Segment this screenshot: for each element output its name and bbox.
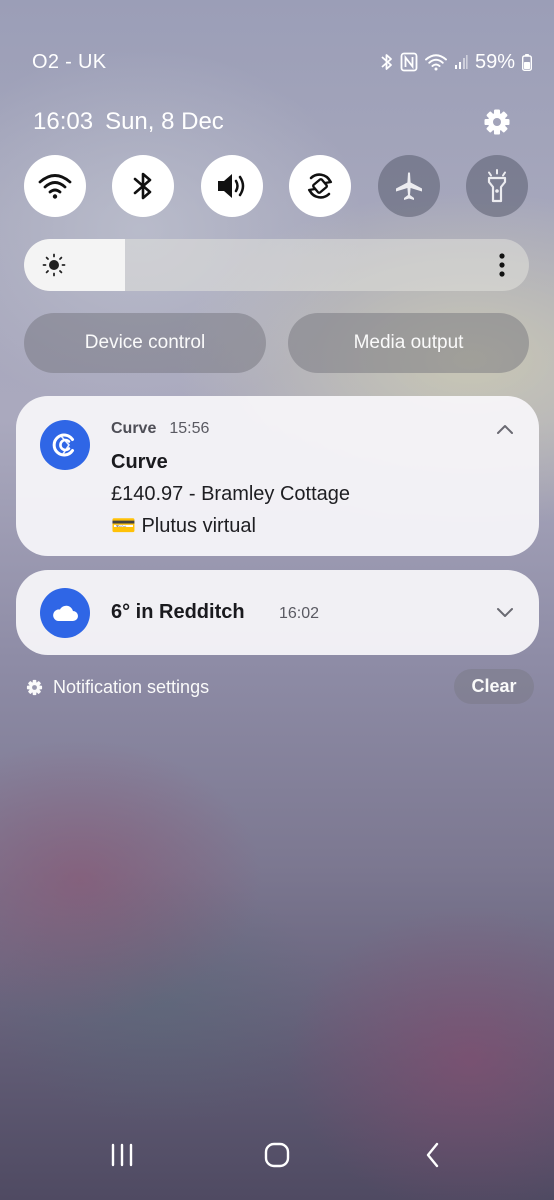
brightness-slider[interactable] <box>24 239 529 291</box>
notification-weather[interactable]: 6° in Redditch 16:02 <box>16 570 539 655</box>
sound-toggle[interactable] <box>200 155 263 217</box>
gear-icon <box>26 679 43 695</box>
clock-time: 16:03 <box>33 108 94 135</box>
battery-icon <box>522 53 532 71</box>
sun-icon <box>42 253 66 277</box>
rotate-icon <box>308 173 333 199</box>
bluetooth-toggle[interactable] <box>112 155 175 217</box>
brightness-level <box>24 239 125 291</box>
auto-rotate-toggle[interactable] <box>289 155 352 217</box>
notification-settings-link[interactable]: Notification settings <box>26 674 209 700</box>
clock-date-label: Sun, 8 Dec <box>105 108 224 135</box>
settings-button[interactable] <box>480 105 514 139</box>
recent-apps-icon <box>111 1143 133 1167</box>
nfc-icon <box>400 52 418 72</box>
carrier-label: O2 - UK <box>32 50 107 73</box>
airplane-mode-toggle[interactable] <box>377 155 440 217</box>
gear-icon <box>484 109 510 135</box>
notification-text-line1: £140.97 - Bramley Cottage <box>111 483 351 505</box>
notification-time: 15:56 <box>169 420 210 437</box>
back-button[interactable] <box>413 1138 453 1172</box>
home-button[interactable] <box>257 1138 297 1172</box>
signal-icon <box>454 54 468 70</box>
wifi-toggle[interactable] <box>24 155 86 217</box>
notification-header: Curve 15:56 <box>111 420 209 438</box>
volume-icon <box>217 174 245 198</box>
clear-button[interactable]: Clear <box>454 669 534 704</box>
notification-settings-label: Notification settings <box>53 676 210 697</box>
date-row: 16:03 Sun, 8 Dec <box>33 104 514 140</box>
flashlight-toggle[interactable] <box>466 155 528 217</box>
bluetooth-icon <box>381 52 393 72</box>
media-output-button[interactable]: Media output <box>288 313 529 373</box>
quick-toggles <box>24 155 528 217</box>
recent-apps-button[interactable] <box>102 1138 142 1172</box>
status-bar: O2 - UK 59% <box>32 48 532 76</box>
back-icon <box>426 1142 439 1168</box>
wifi-icon <box>425 53 447 71</box>
battery-percent: 59% <box>474 50 515 73</box>
weather-app-icon <box>40 588 90 638</box>
notification-title: 6° in Redditch <box>111 601 245 623</box>
status-icons: 59% <box>381 51 532 74</box>
clock-date[interactable]: 16:03 Sun, 8 Dec <box>33 108 224 136</box>
home-icon <box>264 1142 290 1168</box>
curve-app-icon <box>40 420 90 470</box>
airplane-icon <box>395 172 422 200</box>
device-control-button[interactable]: Device control <box>24 313 266 373</box>
collapse-chevron-icon[interactable] <box>495 423 515 437</box>
notification-curve[interactable]: Curve 15:56 Curve £140.97 - Bramley Cott… <box>16 396 539 556</box>
notification-text-line2: 💳 Plutus virtual <box>111 515 256 537</box>
notification-app-name: Curve <box>111 420 157 437</box>
flashlight-icon <box>487 169 507 203</box>
notification-time: 16:02 <box>279 605 320 622</box>
navigation-bar <box>0 1130 554 1180</box>
notification-title: Curve <box>111 451 168 473</box>
more-options-icon[interactable] <box>497 251 507 279</box>
bluetooth-icon <box>134 172 152 200</box>
expand-chevron-icon[interactable] <box>495 605 515 619</box>
wifi-icon <box>38 174 72 199</box>
